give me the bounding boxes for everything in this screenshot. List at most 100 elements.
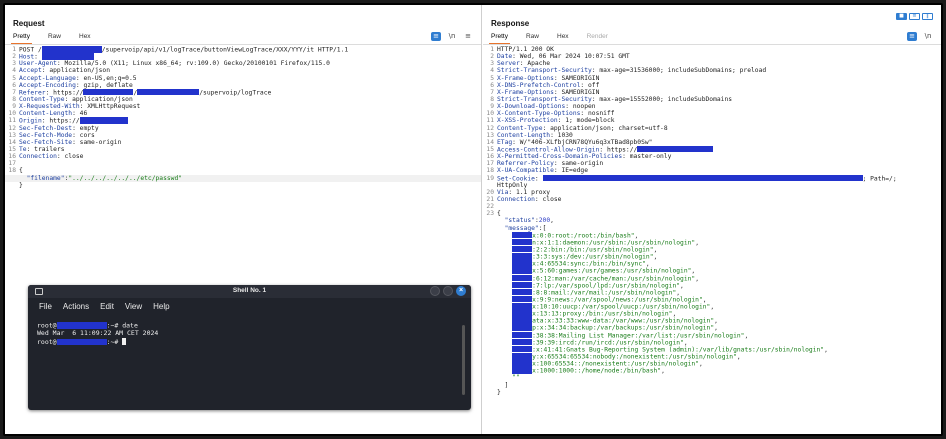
- text-segment: : close: [56, 153, 84, 161]
- text-segment: : 1.1 proxy: [508, 188, 551, 196]
- menu-actions[interactable]: Actions: [63, 302, 89, 311]
- line-text: :6:12:man:/var/cache/man:/usr/sbin/nolog…: [497, 274, 699, 282]
- line-number: 15: [486, 145, 494, 153]
- line-text: Content-Type: application/json: [19, 96, 133, 103]
- prompt-command: :~# date: [106, 321, 138, 330]
- terminal-titlebar[interactable]: Shell No. 1 ×: [28, 285, 471, 298]
- prompt-command: :~#: [106, 338, 123, 347]
- menu-file[interactable]: File: [39, 302, 52, 311]
- tab-hex[interactable]: Hex: [555, 33, 571, 44]
- tab-raw[interactable]: Raw: [46, 33, 63, 44]
- line-text: Referer: https:////supervoip/logTrace: [19, 88, 271, 96]
- code-line: x:100:65534::/nonexistent:/usr/sbin/nolo…: [483, 360, 941, 368]
- newline-toggle-icon[interactable]: \n: [923, 32, 933, 41]
- text-segment: HTTP/1.1 200 OK: [497, 46, 554, 53]
- redaction-block: [512, 295, 533, 303]
- line-text: :x:41:41:Gnats Bug-Reporting System (adm…: [497, 345, 828, 354]
- terminal-window[interactable]: Shell No. 1 × File Actions Edit View Help ro…: [28, 285, 471, 410]
- header-key: X-Download-Options: [497, 103, 566, 111]
- request-tabs: Pretty Raw Hex: [11, 33, 475, 44]
- line-text: }: [497, 389, 501, 396]
- line-text: "status":200,: [497, 217, 554, 224]
- tab-raw[interactable]: Raw: [524, 33, 541, 44]
- terminal-output[interactable]: root@:~# date Wed Mar 6 11:09:22 AM CET 2…: [37, 322, 158, 347]
- line-text: ata:x:33:33:www-data:/var/www:/usr/sbin/…: [497, 317, 718, 325]
- line-number: [483, 275, 497, 282]
- string-value: x:1000:1000::/home/node:/bin/bash": [532, 367, 662, 375]
- text-segment: ,: [698, 360, 703, 368]
- code-line: 21 Connection: close: [483, 196, 941, 203]
- close-icon[interactable]: ×: [456, 286, 466, 296]
- tab-pretty[interactable]: Pretty: [11, 33, 32, 44]
- menu-help[interactable]: Help: [153, 302, 169, 311]
- redaction-block: [512, 245, 533, 253]
- minimize-icon[interactable]: [430, 286, 440, 296]
- redaction-block: [512, 324, 533, 331]
- text-segment: {: [19, 167, 23, 175]
- maximize-icon[interactable]: [443, 286, 453, 296]
- text-segment: {: [497, 210, 501, 218]
- response-editor[interactable]: 1 HTTP/1.1 200 OK 2 Date: Wed, 06 Mar 2024 …: [483, 46, 941, 396]
- code-line: "message":[: [483, 225, 941, 232]
- menu-icon[interactable]: ≡: [463, 32, 473, 41]
- line-text: Connection: close: [19, 153, 83, 160]
- redaction-block: [56, 322, 107, 329]
- text-segment: [19, 175, 27, 182]
- redaction-block: [512, 310, 533, 317]
- line-number: 4: [490, 67, 494, 75]
- menu-edit[interactable]: Edit: [100, 302, 114, 311]
- tab-hex[interactable]: Hex: [77, 33, 93, 44]
- line-number: [483, 303, 497, 310]
- text-segment: : SAMEORIGIN: [553, 88, 600, 96]
- text-segment: ,: [736, 353, 741, 361]
- menu-view[interactable]: View: [125, 302, 142, 311]
- code-line: 3 Server: Apache: [483, 60, 941, 67]
- text-segment: ,: [710, 303, 715, 311]
- split-view-icon[interactable]: ■: [896, 13, 907, 20]
- line-number: 5: [490, 74, 494, 82]
- tab-pretty[interactable]: Pretty: [489, 33, 510, 44]
- code-line: ]: [483, 382, 941, 389]
- request-editor[interactable]: 1 POST //supervoip/api/v1/logTrace/button…: [5, 46, 481, 189]
- line-text: x:10:10:uucp:/var/spool/uucp:/usr/sbin/n…: [497, 303, 715, 311]
- line-number: [483, 289, 497, 296]
- code-line: 13 Sec-Fetch-Mode: cors: [5, 132, 481, 139]
- text-segment: [497, 374, 512, 381]
- line-number: [483, 389, 497, 396]
- code-line: 11 X-XSS-Protection: 1; mode=block: [483, 117, 941, 124]
- line-text: Host:: [19, 53, 94, 61]
- vertical-view-icon[interactable]: ‖: [922, 13, 933, 20]
- line-number: [483, 360, 497, 367]
- redaction-block: [512, 288, 533, 296]
- text-segment: : max-age=31536000; includeSubDomains; p…: [591, 67, 767, 75]
- line-number: 10: [486, 110, 494, 118]
- line-text: Strict-Transport-Security: max-age=31536…: [497, 67, 766, 74]
- header-key: Content-Type: [497, 124, 543, 132]
- header-key: X-Permitted-Cross-Domain-Policies: [497, 153, 623, 161]
- tab-render[interactable]: Render: [585, 33, 610, 44]
- code-line: 23{: [483, 210, 941, 217]
- response-tabs: Pretty Raw Hex Render: [489, 33, 935, 44]
- code-line: 10 X-Content-Type-Options: nosniff: [483, 110, 941, 117]
- terminal-title: Shell No. 1: [232, 287, 267, 294]
- code-line: 6 X-DNS-Prefetch-Control: off: [483, 82, 941, 89]
- terminal-scrollbar[interactable]: [462, 325, 465, 395]
- line-text: "filename":"../../../../../../etc/passwd…: [19, 175, 182, 182]
- newline-toggle-icon[interactable]: \n: [447, 32, 457, 41]
- redaction-block: [512, 281, 533, 289]
- message-actions-icon[interactable]: ≡: [907, 32, 917, 41]
- code-line: 4 Strict-Transport-Security: max-age=3153…: [483, 67, 941, 74]
- text-segment: ,: [824, 346, 828, 354]
- message-actions-icon[interactable]: ≡: [431, 32, 441, 41]
- line-number: [483, 367, 497, 374]
- terminal-text: Wed Mar 6 11:09:22 AM CET 2024: [37, 329, 159, 338]
- header-key: Sec-Fetch-Mode: [19, 131, 73, 139]
- terminal-line: root@:~#: [37, 338, 158, 347]
- line-text: :8:8:mail:/var/mail:/usr/sbin/nologin",: [497, 288, 680, 296]
- line-text: Te: trailers: [19, 146, 65, 153]
- header-key: "filename": [26, 174, 65, 182]
- terminal-cursor: [122, 338, 127, 346]
- line-number: 2: [490, 53, 494, 61]
- text-segment: ,: [661, 367, 665, 375]
- horizontal-view-icon[interactable]: ≡: [909, 13, 920, 20]
